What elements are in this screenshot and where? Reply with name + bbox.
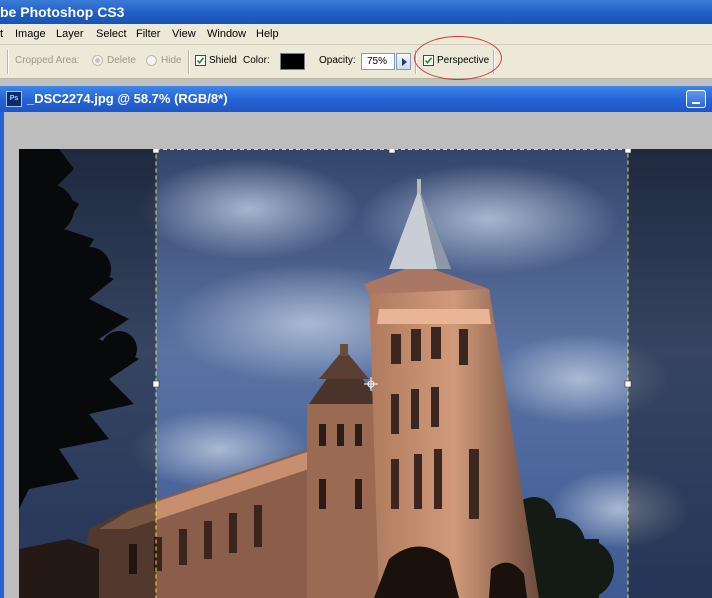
shield-color-swatch[interactable] [280,53,305,70]
opacity-label: Opacity: [319,55,356,66]
minimize-button[interactable] [686,90,706,108]
photo-canvas[interactable] [19,149,712,598]
menu-layer[interactable]: Layer [56,24,84,44]
color-label: Color: [243,55,270,66]
menu-filter[interactable]: Filter [136,24,160,44]
delete-label: Delete [107,55,136,66]
app-title-bar: be Photoshop CS3 [0,0,712,24]
tool-options-bar: Cropped Area: Delete Hide Shield Color: … [0,45,712,79]
hide-label: Hide [161,55,182,66]
document-title: _DSC2274.jpg @ 58.7% (RGB/8*) [27,91,228,106]
opacity-slider-arrow-icon[interactable] [396,53,411,70]
photoshop-document-icon: Ps [6,91,22,107]
menu-help[interactable]: Help [256,24,279,44]
delete-radio [92,55,103,66]
perspective-highlight-circle [414,36,502,80]
opacity-input[interactable]: 75% [361,53,395,70]
options-separator [7,50,9,74]
document-title-bar: Ps _DSC2274.jpg @ 58.7% (RGB/8*) [0,86,712,112]
menu-edit-partial[interactable]: t [0,24,3,44]
options-separator [188,50,190,74]
shield-checkbox[interactable] [195,55,206,66]
cropped-area-label: Cropped Area: [15,55,80,66]
hide-radio [146,55,157,66]
shield-label: Shield [209,55,237,66]
menu-bar: t Image Layer Select Filter View Window … [0,24,712,45]
menu-image[interactable]: Image [15,24,46,44]
app-title: be Photoshop CS3 [0,4,125,20]
menu-view[interactable]: View [172,24,196,44]
checkmark-icon [196,57,205,65]
menu-window[interactable]: Window [207,24,246,44]
menu-select[interactable]: Select [96,24,127,44]
